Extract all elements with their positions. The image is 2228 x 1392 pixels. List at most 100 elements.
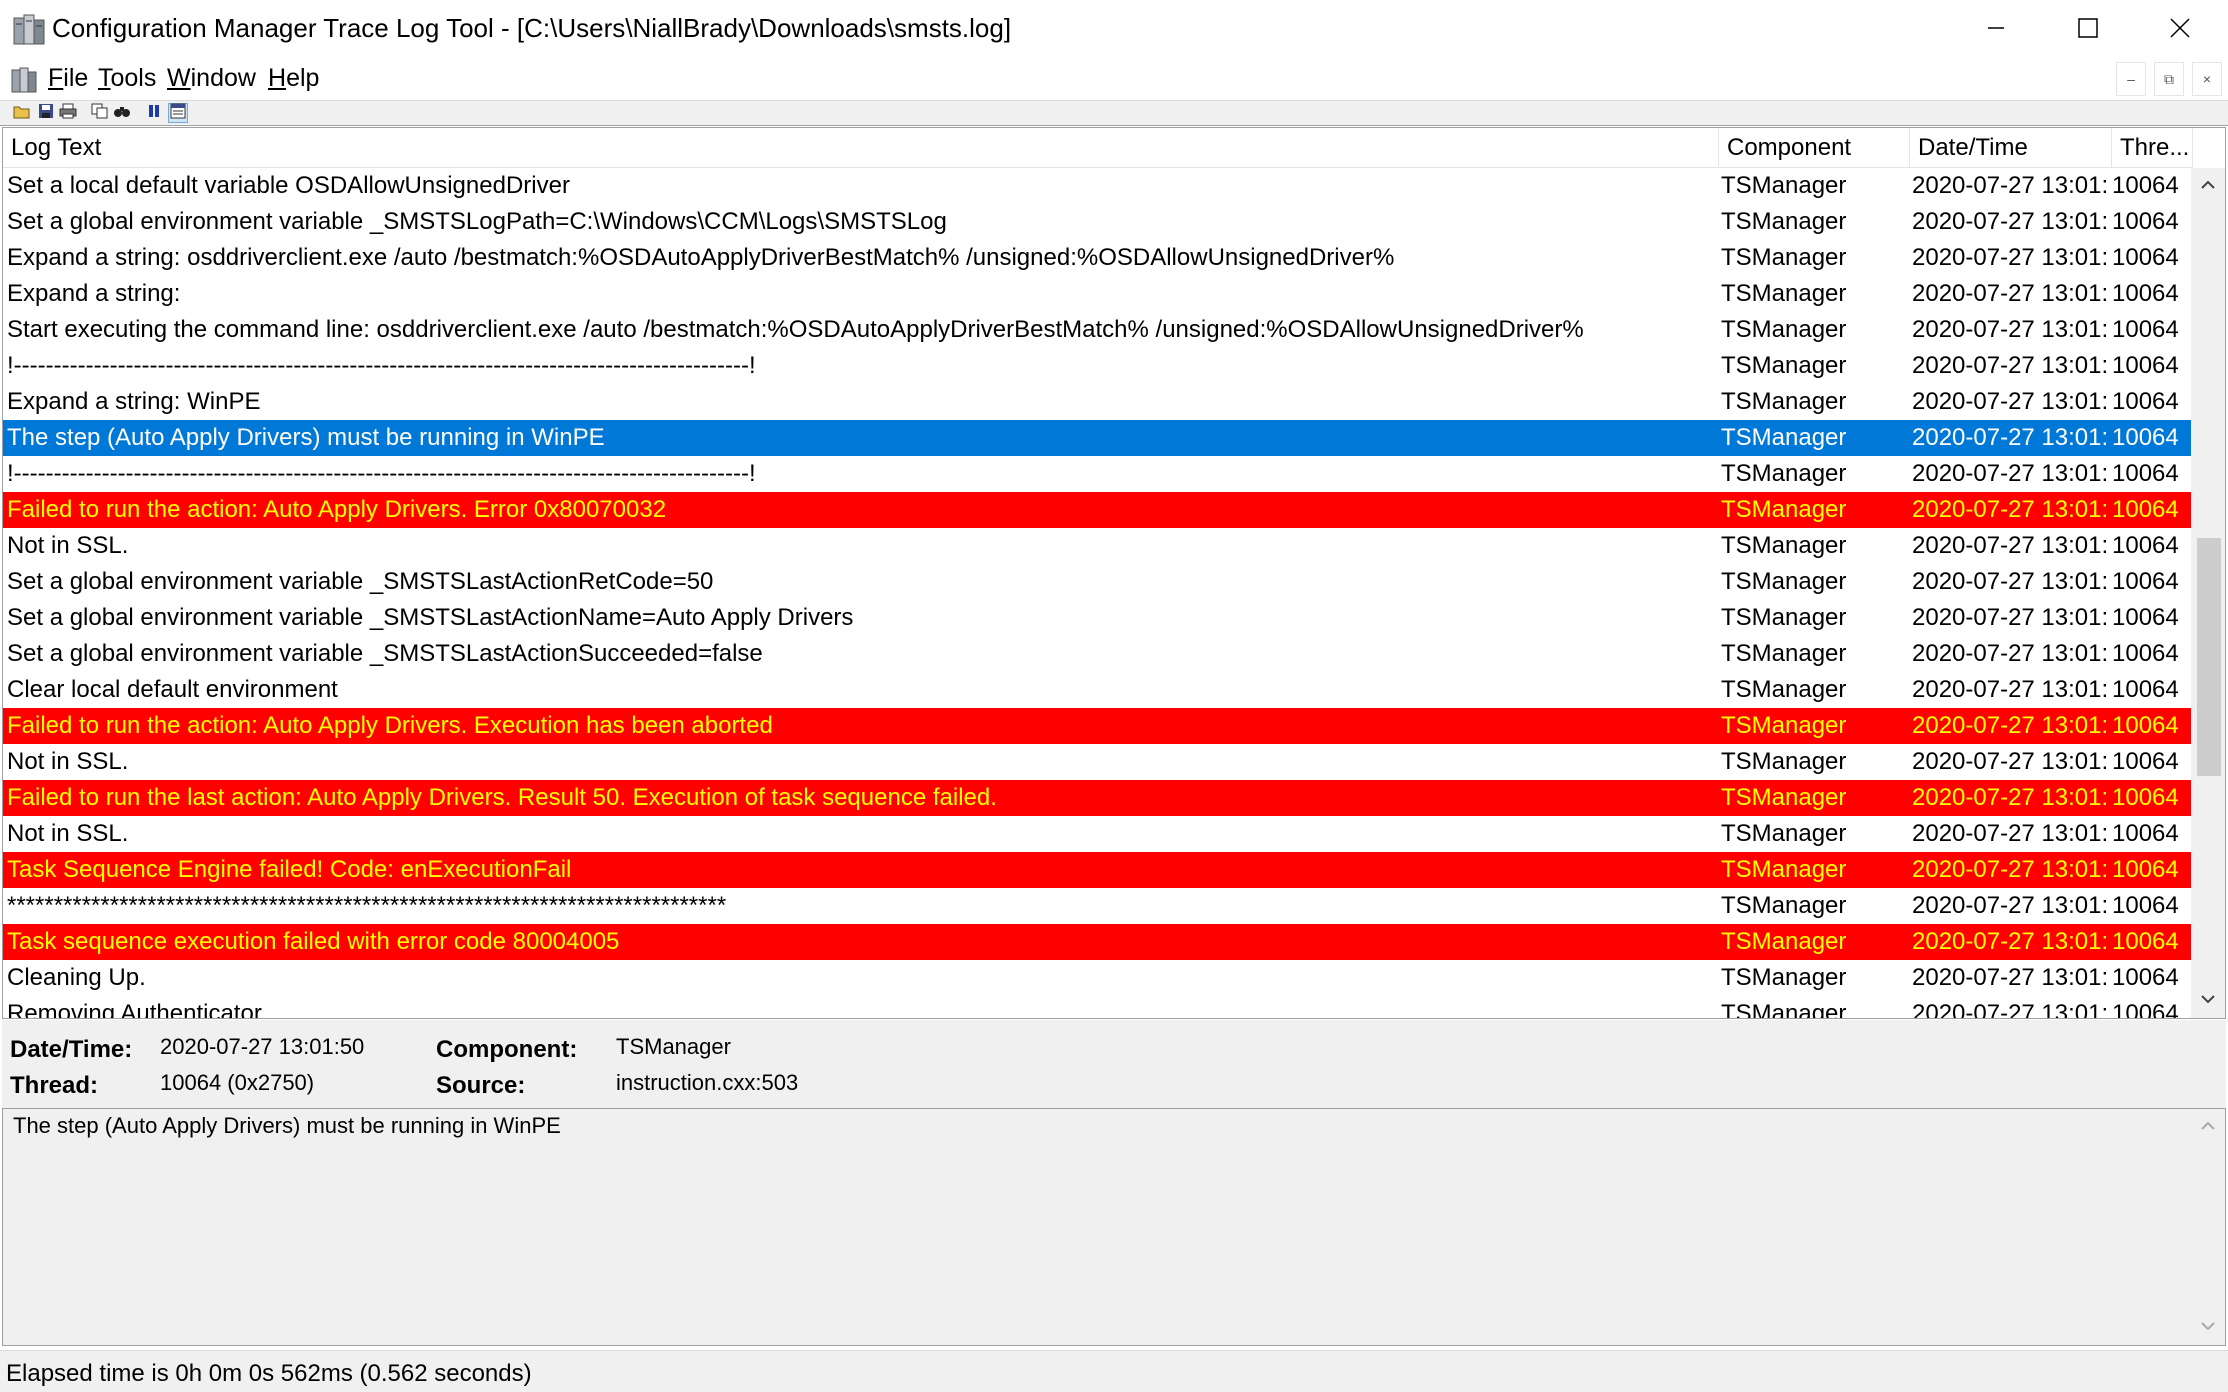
log-text-cell: Set a global environment variable _SMSTS… xyxy=(7,568,714,595)
thread-cell: 10064 xyxy=(2112,568,2179,595)
minimize-button[interactable] xyxy=(1950,0,2042,60)
datetime-cell: 2020-07-27 13:01: xyxy=(1912,172,2109,199)
table-row[interactable]: Expand a string: osddriverclient.exe /au… xyxy=(3,240,2191,276)
component-value: TSManager xyxy=(616,1034,731,1059)
table-row[interactable]: Failed to run the last action: Auto Appl… xyxy=(3,780,2191,816)
copy-button[interactable] xyxy=(90,103,110,123)
close-button[interactable] xyxy=(2134,0,2226,60)
datetime-cell: 2020-07-27 13:01: xyxy=(1912,388,2109,415)
pause-icon xyxy=(146,103,162,124)
menu-file[interactable]: File xyxy=(48,64,88,93)
table-row[interactable]: Set a local default variable OSDAllowUns… xyxy=(3,168,2191,204)
table-row[interactable]: Task Sequence Engine failed! Code: enExe… xyxy=(3,852,2191,888)
component-cell: TSManager xyxy=(1721,460,1847,487)
table-row[interactable]: Set a global environment variable _SMSTS… xyxy=(3,636,2191,672)
datetime-cell: 2020-07-27 13:01: xyxy=(1912,208,2109,235)
datetime-cell: 2020-07-27 13:01: xyxy=(1912,748,2109,775)
table-row[interactable]: !---------------------------------------… xyxy=(3,348,2191,384)
column-header-log-text[interactable]: Log Text xyxy=(3,128,1719,168)
component-cell: TSManager xyxy=(1721,172,1847,199)
scrollbar-thumb[interactable] xyxy=(2197,538,2221,776)
mdi-minimize-button[interactable]: – xyxy=(2116,62,2146,96)
save-button[interactable] xyxy=(36,103,56,123)
datetime-cell: 2020-07-27 13:01: xyxy=(1912,316,2109,343)
thread-cell: 10064 xyxy=(2112,532,2179,559)
log-text-cell: Failed to run the last action: Auto Appl… xyxy=(7,784,997,811)
datetime-value: 2020-07-27 13:01:50 xyxy=(160,1034,365,1059)
column-header-datetime[interactable]: Date/Time xyxy=(1910,128,2112,168)
table-row[interactable]: Not in SSL. TSManager 2020-07-27 13:01: 100… xyxy=(3,744,2191,780)
table-row[interactable]: Not in SSL. TSManager 2020-07-27 13:01: 100… xyxy=(3,816,2191,852)
message-scrollbar[interactable] xyxy=(2191,1109,2225,1345)
datetime-cell: 2020-07-27 13:01: xyxy=(1912,856,2109,883)
view-button[interactable] xyxy=(168,103,188,123)
scroll-up-button[interactable] xyxy=(2191,168,2225,202)
column-header-thread[interactable]: Thre... xyxy=(2112,128,2193,168)
thread-cell: 10064 xyxy=(2112,496,2179,523)
datetime-cell: 2020-07-27 13:01: xyxy=(1912,496,2109,523)
minimize-icon xyxy=(1986,18,2006,43)
component-cell: TSManager xyxy=(1721,208,1847,235)
thread-value: 10064 (0x2750) xyxy=(160,1070,315,1095)
thread-cell: 10064 xyxy=(2112,892,2179,919)
log-text-cell: Failed to run the action: Auto Apply Dri… xyxy=(7,496,667,523)
mdi-close-button[interactable]: × xyxy=(2192,62,2222,96)
datetime-cell: 2020-07-27 13:01: xyxy=(1912,712,2109,739)
menu-window-label: indow xyxy=(190,64,256,92)
table-row[interactable]: ****************************************… xyxy=(3,888,2191,924)
table-row[interactable]: The step (Auto Apply Drivers) must be ru… xyxy=(3,420,2191,456)
message-pane[interactable]: The step (Auto Apply Drivers) must be ru… xyxy=(2,1108,2226,1346)
message-scroll-up-button[interactable] xyxy=(2191,1109,2225,1143)
source-value: instruction.cxx:503 xyxy=(616,1070,799,1095)
thread-cell: 10064 xyxy=(2112,352,2179,379)
table-row[interactable]: Expand a string: TSManager 2020-07-27 13:0… xyxy=(3,276,2191,312)
component-cell: TSManager xyxy=(1721,532,1847,559)
log-text-cell: Start executing the command line: osddri… xyxy=(7,316,1584,343)
datetime-cell: 2020-07-27 13:01: xyxy=(1912,676,2109,703)
chevron-down-icon xyxy=(2200,992,2216,1010)
component-cell: TSManager xyxy=(1721,892,1847,919)
mdi-restore-button[interactable]: ⧉ xyxy=(2154,62,2184,96)
table-row[interactable]: Set a global environment variable _SMSTS… xyxy=(3,564,2191,600)
save-icon xyxy=(38,103,54,124)
table-row[interactable]: Failed to run the action: Auto Apply Dri… xyxy=(3,492,2191,528)
component-cell: TSManager xyxy=(1721,316,1847,343)
menu-window[interactable]: Window xyxy=(167,64,256,93)
table-row[interactable]: Set a global environment variable _SMSTS… xyxy=(3,600,2191,636)
table-row[interactable]: !---------------------------------------… xyxy=(3,456,2191,492)
table-row[interactable]: Set a global environment variable _SMSTS… xyxy=(3,204,2191,240)
message-scroll-down-button[interactable] xyxy=(2191,1311,2225,1345)
document-icon[interactable] xyxy=(10,64,42,96)
find-button[interactable] xyxy=(112,103,132,123)
menu-help[interactable]: Help xyxy=(268,64,319,93)
table-row[interactable]: Not in SSL. TSManager 2020-07-27 13:01: 100… xyxy=(3,528,2191,564)
maximize-button[interactable] xyxy=(2042,0,2134,60)
vertical-scrollbar[interactable] xyxy=(2191,168,2225,1018)
table-row[interactable]: Cleaning Up. TSManager 2020-07-27 13:01: 10… xyxy=(3,960,2191,996)
pause-button[interactable] xyxy=(144,103,164,123)
scroll-down-button[interactable] xyxy=(2191,984,2225,1018)
table-row[interactable]: Removing Authenticator TSManager 2020-07-2… xyxy=(3,996,2191,1018)
log-text-cell: Task Sequence Engine failed! Code: enExe… xyxy=(7,856,572,883)
table-row[interactable]: Failed to run the action: Auto Apply Dri… xyxy=(3,708,2191,744)
column-header-component[interactable]: Component xyxy=(1719,128,1910,168)
datetime-cell: 2020-07-27 13:01: xyxy=(1912,820,2109,847)
thread-cell: 10064 xyxy=(2112,388,2179,415)
table-row[interactable]: Task sequence execution failed with erro… xyxy=(3,924,2191,960)
table-row[interactable]: Start executing the command line: osddri… xyxy=(3,312,2191,348)
menu-tools[interactable]: Tools xyxy=(98,64,156,93)
component-cell: TSManager xyxy=(1721,676,1847,703)
log-text-cell: Failed to run the action: Auto Apply Dri… xyxy=(7,712,773,739)
table-row[interactable]: Clear local default environment TSManager… xyxy=(3,672,2191,708)
message-text: The step (Auto Apply Drivers) must be ru… xyxy=(13,1113,561,1138)
print-button[interactable] xyxy=(58,103,78,123)
open-button[interactable] xyxy=(12,103,32,123)
datetime-cell: 2020-07-27 13:01: xyxy=(1912,928,2109,955)
log-text-cell: Expand a string: xyxy=(7,280,181,307)
menu-tools-label: ools xyxy=(110,64,157,92)
log-list[interactable]: Log Text Component Date/Time Thre... Set… xyxy=(2,127,2226,1019)
details-panel: Date/Time: 2020-07-27 13:01:50 Thread: 1… xyxy=(2,1020,2226,1108)
component-cell: TSManager xyxy=(1721,964,1847,991)
log-text-cell: Set a global environment variable _SMSTS… xyxy=(7,640,763,667)
table-row[interactable]: Expand a string: WinPE TSManager 2020-07-2… xyxy=(3,384,2191,420)
